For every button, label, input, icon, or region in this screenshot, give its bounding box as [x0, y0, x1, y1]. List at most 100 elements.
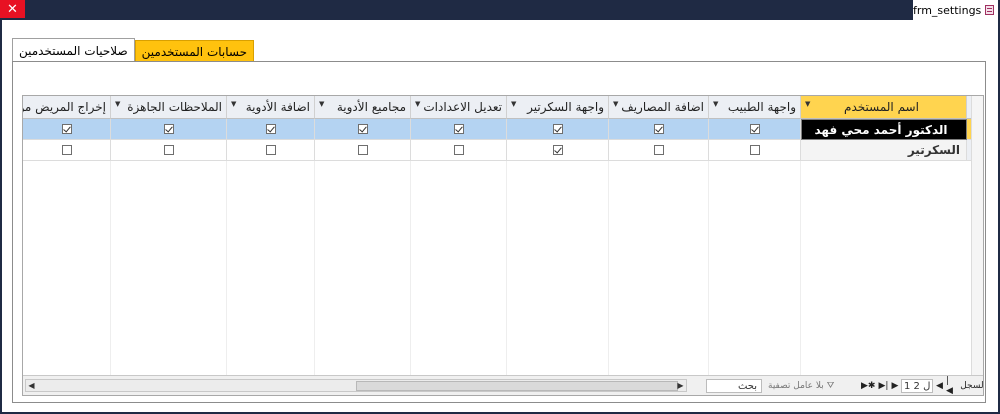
- checkbox-icon[interactable]: [265, 145, 276, 155]
- grid-line: [800, 161, 801, 375]
- nav-first-icon[interactable]: |◀: [946, 376, 955, 395]
- dropdown-arrow-icon[interactable]: ▼: [805, 100, 810, 108]
- column-header-label: مجاميع الأدوية: [336, 100, 406, 114]
- permission-cell[interactable]: [411, 140, 507, 161]
- checkbox-icon[interactable]: [61, 124, 72, 134]
- username-cell[interactable]: السكرتير: [801, 140, 967, 161]
- dropdown-arrow-icon[interactable]: ▼: [115, 100, 120, 108]
- filter-indicator[interactable]: بلا عامل تصفية ⛛: [768, 379, 834, 393]
- title-bar: frm_settings: [913, 0, 998, 20]
- filter-icon: ⛛: [826, 381, 835, 391]
- navigation-bar: ◀ ▶ بحث بلا عامل تصفية ⛛ ▶✱ ▶| ▶ 1 ل 2 ◀…: [23, 375, 983, 395]
- permission-cell[interactable]: [709, 140, 801, 161]
- column-header-edit-settings[interactable]: ▼ تعديل الاعدادات: [411, 96, 507, 119]
- dropdown-arrow-icon[interactable]: ▼: [415, 100, 420, 108]
- column-header-add-medicine[interactable]: ▼ اضافة الأدوية: [227, 96, 315, 119]
- search-input[interactable]: بحث: [706, 379, 762, 393]
- username-cell[interactable]: الدكتور أحمد محي فهد: [801, 119, 967, 140]
- window-title: frm_settings: [913, 3, 982, 17]
- horizontal-scrollbar[interactable]: ◀ ▶: [25, 379, 687, 392]
- checkbox-icon[interactable]: [552, 124, 563, 134]
- checkbox-icon[interactable]: [163, 145, 174, 155]
- grid-line: [410, 161, 411, 375]
- permission-cell[interactable]: [507, 119, 609, 140]
- filter-label: بلا عامل تصفية: [768, 381, 824, 391]
- checkbox-icon[interactable]: [653, 145, 664, 155]
- scroll-right-icon[interactable]: ▶: [675, 380, 686, 391]
- form-icon: [985, 5, 994, 15]
- checkbox-icon[interactable]: [61, 145, 72, 155]
- permission-cell[interactable]: [411, 119, 507, 140]
- dropdown-arrow-icon[interactable]: ▼: [231, 100, 236, 108]
- column-header-ready-notes[interactable]: ▼ الملاحظات الجاهزة: [111, 96, 227, 119]
- form-window: frm_settings صلاحيات المستخدمين حسابات ا…: [2, 0, 998, 412]
- permission-cell[interactable]: [709, 119, 801, 140]
- checkbox-icon[interactable]: [749, 124, 760, 134]
- column-header-label: واجهة السكرتير: [527, 100, 604, 114]
- column-header-label: اسم المستخدم: [844, 100, 919, 114]
- column-header-label: اضافة الأدوية: [245, 100, 310, 114]
- checkbox-icon[interactable]: [265, 124, 276, 134]
- column-header-label: الملاحظات الجاهزة: [127, 100, 222, 114]
- nav-next-icon[interactable]: ▶: [891, 381, 898, 391]
- close-button[interactable]: ✕: [0, 0, 25, 18]
- column-header-doctor-ui[interactable]: ▼ واجهة الطبيب: [709, 96, 801, 119]
- checkbox-icon[interactable]: [357, 145, 368, 155]
- grid-line: [314, 161, 315, 375]
- checkbox-icon[interactable]: [653, 124, 664, 134]
- permission-cell[interactable]: [609, 140, 709, 161]
- permission-cell[interactable]: [315, 140, 411, 161]
- permission-cell[interactable]: [315, 119, 411, 140]
- nav-new-icon[interactable]: ▶✱: [861, 381, 875, 391]
- record-number-input[interactable]: 1 ل 2: [901, 379, 934, 393]
- vertical-scrollbar[interactable]: [971, 96, 983, 375]
- checkbox-icon[interactable]: [163, 124, 174, 134]
- scroll-thumb[interactable]: [356, 381, 678, 391]
- column-header-label: اضافة المصاريف: [621, 100, 704, 114]
- record-label: السجل:: [960, 381, 984, 391]
- tab-strip: صلاحيات المستخدمين حسابات المستخدمين: [12, 38, 255, 62]
- column-header-secretary-ui[interactable]: ▼ واجهة السكرتير: [507, 96, 609, 119]
- column-header-label: تعديل الاعدادات: [423, 100, 502, 114]
- tab-label: حسابات المستخدمين: [141, 44, 248, 59]
- grid-line: [110, 161, 111, 375]
- dropdown-arrow-icon[interactable]: ▼: [511, 100, 516, 108]
- permission-cell[interactable]: [227, 119, 315, 140]
- permission-cell[interactable]: [227, 140, 315, 161]
- permission-cell[interactable]: [111, 140, 227, 161]
- checkbox-icon[interactable]: [749, 145, 760, 155]
- permissions-datasheet: إخراج المريض من ▼ الملاحظات الجاهزة ▼ اض…: [22, 95, 984, 396]
- column-header-label: واجهة الطبيب: [727, 100, 796, 114]
- dropdown-arrow-icon[interactable]: ▼: [613, 100, 618, 108]
- column-header-discharge-patient[interactable]: إخراج المريض من: [23, 96, 111, 119]
- checkbox-icon[interactable]: [453, 124, 464, 134]
- column-header-add-expenses[interactable]: ▼ اضافة المصاريف: [609, 96, 709, 119]
- permission-cell[interactable]: [23, 140, 111, 161]
- tab-user-permissions[interactable]: صلاحيات المستخدمين: [12, 38, 135, 62]
- checkbox-icon[interactable]: [357, 124, 368, 134]
- grid-line: [226, 161, 227, 375]
- tab-user-accounts[interactable]: حسابات المستخدمين: [134, 40, 255, 62]
- column-header-username[interactable]: ▼ اسم المستخدم: [801, 96, 967, 119]
- grid-line: [708, 161, 709, 375]
- header-row: إخراج المريض من ▼ الملاحظات الجاهزة ▼ اض…: [23, 96, 981, 119]
- checkbox-icon[interactable]: [453, 145, 464, 155]
- checkbox-icon[interactable]: [552, 145, 563, 155]
- close-icon: ✕: [7, 1, 18, 17]
- permission-cell[interactable]: [609, 119, 709, 140]
- permission-cell[interactable]: [111, 119, 227, 140]
- tab-label: صلاحيات المستخدمين: [19, 43, 128, 58]
- record-navigator: ▶✱ ▶| ▶ 1 ل 2 ◀ |◀ السجل:: [861, 376, 984, 395]
- tab-panel: إخراج المريض من ▼ الملاحظات الجاهزة ▼ اض…: [12, 61, 986, 403]
- table-row[interactable]: الدكتور أحمد محي فهد: [23, 119, 981, 140]
- table-row[interactable]: السكرتير: [23, 140, 981, 161]
- dropdown-arrow-icon[interactable]: ▼: [319, 100, 324, 108]
- permission-cell[interactable]: [23, 119, 111, 140]
- permission-cell[interactable]: [507, 140, 609, 161]
- scroll-left-icon[interactable]: ◀: [26, 380, 37, 391]
- dropdown-arrow-icon[interactable]: ▼: [713, 100, 718, 108]
- nav-prev-icon[interactable]: ◀: [936, 381, 943, 391]
- grid-line: [506, 161, 507, 375]
- nav-last-icon[interactable]: ▶|: [878, 381, 888, 391]
- column-header-medicine-groups[interactable]: ▼ مجاميع الأدوية: [315, 96, 411, 119]
